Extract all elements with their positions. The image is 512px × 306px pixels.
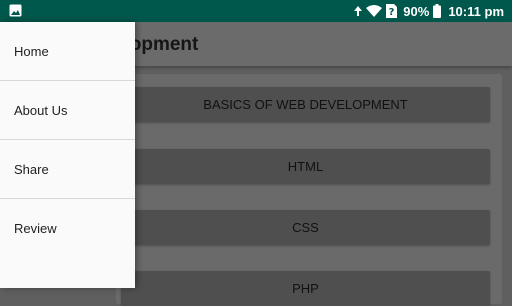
drawer-item-review[interactable]: Review <box>0 199 135 257</box>
image-icon <box>9 4 22 17</box>
battery-percent: 90% <box>403 3 430 19</box>
topic-button-basics[interactable]: BASICS OF WEB DEVELOPMENT <box>121 87 490 122</box>
drawer-item-share[interactable]: Share <box>0 140 135 199</box>
status-icons: ? 90% 10:11 pm <box>354 0 504 22</box>
status-bar: ? 90% 10:11 pm <box>0 0 512 22</box>
navigation-drawer: Home About Us Share Review <box>0 22 135 288</box>
drawer-item-about-us[interactable]: About Us <box>0 81 135 140</box>
clock-suffix: pm <box>484 3 505 19</box>
clock: 10:11 pm <box>448 4 504 19</box>
sim-unknown-icon: ? <box>386 4 398 18</box>
battery-icon <box>433 4 442 18</box>
topic-button-php[interactable]: PHP <box>121 271 490 306</box>
upload-arrow-icon <box>354 6 363 16</box>
wifi-icon <box>366 5 383 17</box>
svg-text:?: ? <box>389 7 395 18</box>
topic-button-html[interactable]: HTML <box>121 149 490 184</box>
drawer-item-home[interactable]: Home <box>0 22 135 81</box>
clock-time: 10:11 <box>448 3 481 19</box>
topic-button-css[interactable]: CSS <box>121 210 490 245</box>
